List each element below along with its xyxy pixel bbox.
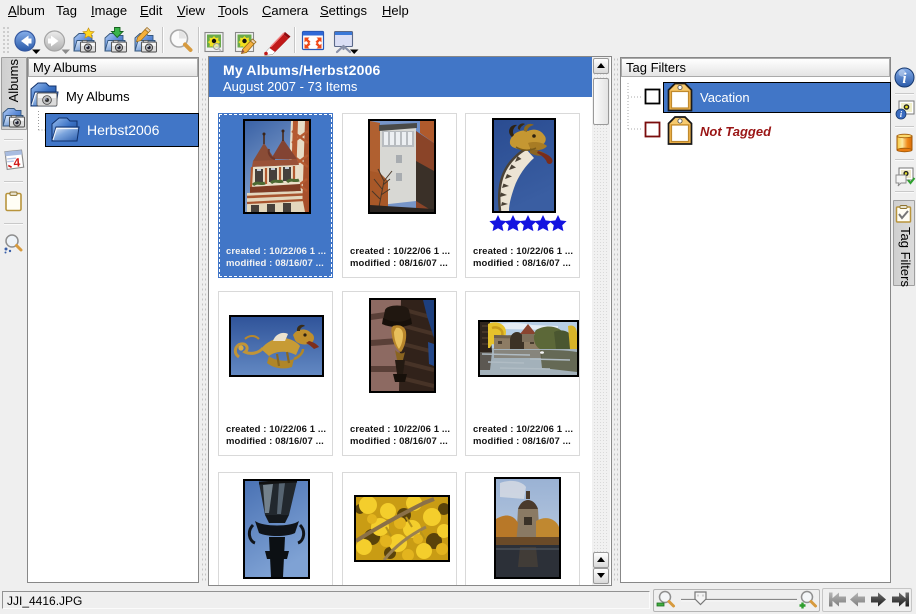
svg-text:4: 4 <box>13 155 21 169</box>
